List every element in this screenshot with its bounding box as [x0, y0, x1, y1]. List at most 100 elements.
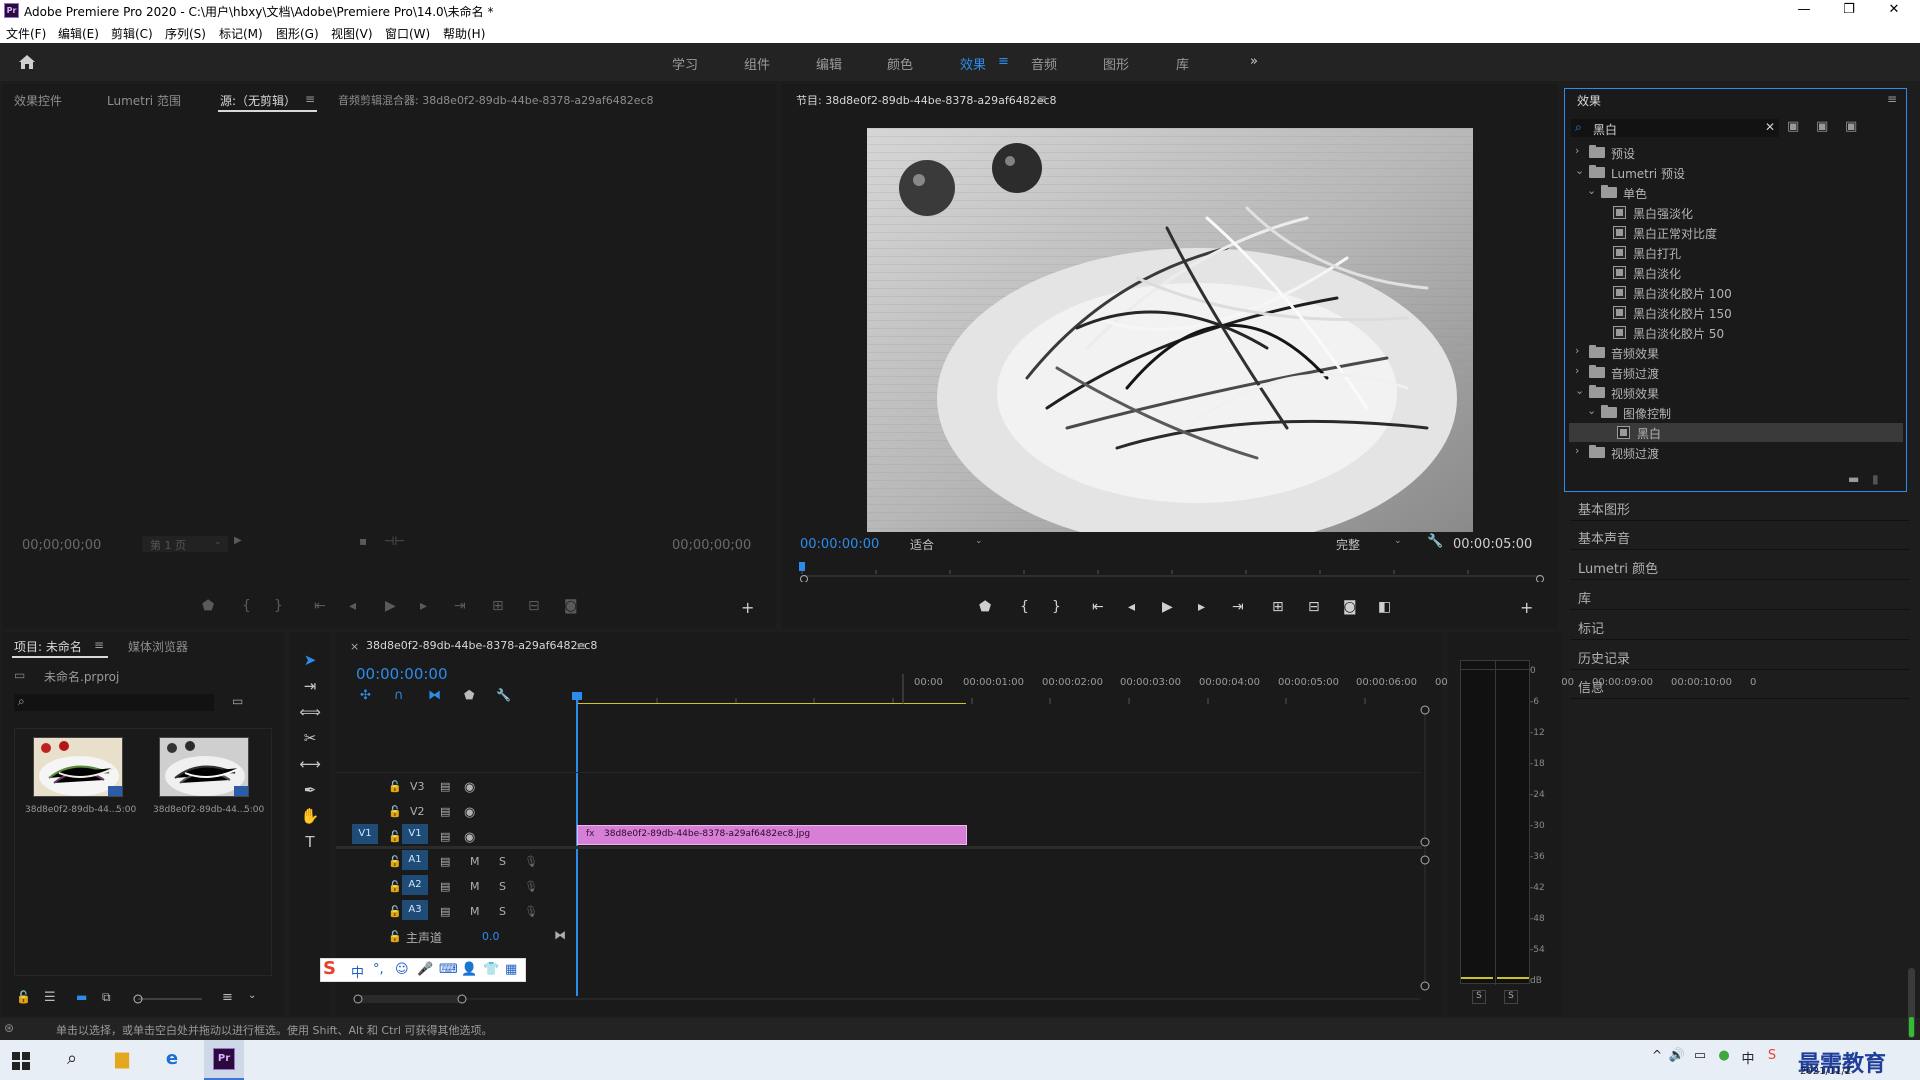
play-triangle-icon[interactable]: ▶ — [234, 535, 242, 546]
file-explorer-icon[interactable]: ▆ — [110, 1048, 134, 1072]
network-icon[interactable]: ▭ — [1688, 1048, 1712, 1072]
effects-folder[interactable]: › 音频过渡 — [1565, 363, 1895, 382]
windows-start-icon[interactable] — [12, 1052, 30, 1070]
chevron-right-icon[interactable]: › — [1575, 364, 1579, 377]
menu-sequence[interactable]: 序列(S) — [165, 25, 206, 42]
solo-left-button[interactable]: S — [1472, 990, 1486, 1004]
workspace-overflow-icon[interactable]: » — [1250, 54, 1258, 69]
premiere-taskbar-button[interactable]: Pr — [204, 1040, 244, 1080]
track-label[interactable]: V3 — [410, 780, 425, 793]
panel-history[interactable]: 历史记录 — [1570, 641, 1910, 670]
playhead-handle[interactable] — [572, 692, 582, 700]
ime-chinese-mode[interactable]: 中 — [351, 962, 364, 981]
chevron-down-icon[interactable]: ⌄ — [1587, 404, 1596, 417]
workspace-effects[interactable]: 效果 — [960, 54, 986, 73]
panel-essential-graphics[interactable]: 基本图形 — [1570, 492, 1910, 521]
mark-in-icon[interactable]: { — [242, 598, 251, 614]
accelerated-effects-icon[interactable]: ▣ — [1787, 119, 1799, 134]
skin-icon[interactable]: 👕 — [483, 962, 499, 977]
go-to-end-icon[interactable]: ⧓ — [554, 928, 566, 942]
effects-preset[interactable]: 黑白淡化胶片 100 — [1565, 283, 1895, 302]
lock-icon[interactable]: 🔓 — [388, 780, 402, 793]
timeline-clip[interactable]: fx 38d8e0f2-89db-44be-8378-a29af6482ec8.… — [577, 825, 967, 845]
clip-thumbnail-color[interactable] — [33, 737, 123, 797]
track-target-v1[interactable]: V1 — [402, 824, 428, 844]
mic-icon[interactable]: 🎙 — [524, 855, 538, 868]
effects-search-field[interactable]: ⌕ 黑白 ✕ — [1571, 119, 1779, 137]
tab-effect-controls[interactable]: 效果控件 — [14, 92, 62, 109]
ripple-edit-tool-icon[interactable]: ⟺ — [298, 703, 322, 725]
sequence-tab[interactable]: 38d8e0f2-89db-44be-8378-a29af6482ec8 — [366, 639, 597, 652]
tray-app-icon[interactable]: ● — [1712, 1048, 1736, 1072]
freeform-view-icon[interactable]: ⧉ — [102, 990, 111, 1005]
ime-tray-icon[interactable]: 中 — [1736, 1048, 1760, 1072]
selection-tool-icon[interactable]: ➤ — [298, 651, 322, 673]
effects-preset[interactable]: 黑白打孔 — [1565, 243, 1895, 262]
menu-window[interactable]: 窗口(W) — [385, 25, 430, 42]
effects-preset[interactable]: 黑白 — [1569, 423, 1903, 442]
overlay-icon[interactable]: ⊣⊢ — [384, 534, 405, 548]
type-tool-icon[interactable]: T — [298, 833, 322, 855]
search-input[interactable]: 黑白 — [1593, 121, 1617, 138]
timeline-timecode[interactable]: 00:00:00:00 — [356, 665, 448, 683]
effects-folder[interactable]: ⌄ 视频效果 — [1565, 383, 1895, 402]
close-button[interactable]: ✕ — [1874, 2, 1914, 17]
track-target-a1[interactable]: A1 — [402, 850, 428, 870]
panel-markers[interactable]: 标记 — [1570, 611, 1910, 640]
chevron-right-icon[interactable]: › — [1575, 344, 1579, 357]
home-icon[interactable] — [18, 54, 36, 70]
panel-menu-icon[interactable]: ≡ — [305, 92, 315, 106]
close-sequence-icon[interactable]: × — [350, 640, 359, 653]
microphone-icon[interactable]: 🎤 — [417, 962, 433, 977]
lock-icon[interactable]: 🔓 — [388, 805, 402, 818]
workspace-libraries[interactable]: 库 — [1176, 54, 1189, 73]
panel-menu-icon[interactable]: ≡ — [1887, 92, 1897, 106]
step-back-icon[interactable]: ◂ — [1128, 599, 1135, 615]
search-icon[interactable]: ⌕ — [60, 1048, 84, 1072]
menu-help[interactable]: 帮助(H) — [443, 25, 485, 42]
go-to-out-icon[interactable]: ⇥ — [454, 598, 466, 614]
tab-lumetri-scopes[interactable]: Lumetri 范围 — [107, 92, 181, 109]
zoom-slider[interactable] — [132, 993, 206, 1005]
mic-icon[interactable]: 🎙 — [524, 905, 538, 918]
panel-menu-icon[interactable]: ≡ — [94, 638, 104, 652]
program-title[interactable]: 节目: 38d8e0f2-89db-44be-8378-a29af6482ec8 — [796, 92, 1057, 108]
mute-button[interactable]: M — [470, 855, 480, 868]
step-back-icon[interactable]: ◂ — [349, 598, 356, 614]
edge-browser-icon[interactable]: e — [160, 1048, 184, 1072]
play-icon[interactable]: ▶ — [385, 598, 396, 614]
workspace-assembly[interactable]: 组件 — [744, 54, 770, 73]
lock-icon[interactable]: 🔓 — [388, 905, 402, 918]
comparison-view-icon[interactable]: ◧ — [1378, 599, 1391, 615]
tab-source[interactable]: 源:（无剪辑） — [220, 92, 296, 109]
chevron-down-icon[interactable]: ⌄ — [1575, 384, 1584, 397]
step-forward-icon[interactable]: ▸ — [420, 598, 427, 614]
program-timecode[interactable]: 00:00:00:00 — [800, 537, 879, 552]
add-marker-icon[interactable]: ⬟ — [464, 688, 474, 702]
marker-icon[interactable]: ⬟ — [979, 599, 991, 615]
hand-tool-icon[interactable]: ✋ — [298, 807, 322, 829]
step-forward-icon[interactable]: ▸ — [1198, 599, 1205, 615]
slip-tool-icon[interactable]: ⟷ — [298, 755, 322, 777]
effects-preset[interactable]: 黑白淡化胶片 150 — [1565, 303, 1895, 322]
extract-icon[interactable]: ⊟ — [1308, 599, 1320, 615]
lock-icon[interactable]: 🔓 — [388, 855, 402, 868]
insert-clip-icon[interactable]: ⊞ — [492, 598, 504, 614]
sync-lock-icon[interactable]: ▤ — [440, 830, 450, 843]
panel-essential-sound[interactable]: 基本声音 — [1570, 521, 1910, 550]
program-scrubber[interactable] — [792, 562, 1552, 582]
lock-icon[interactable]: 🔓 — [388, 830, 402, 843]
clear-search-icon[interactable]: ✕ — [1765, 120, 1775, 134]
mark-out-icon[interactable]: } — [1052, 599, 1061, 615]
track-select-tool-icon[interactable]: ⇥ — [298, 677, 322, 699]
effects-folder[interactable]: ⌄ 图像控制 — [1565, 403, 1895, 422]
export-frame-icon[interactable]: ◙ — [564, 598, 578, 614]
menu-file[interactable]: 文件(F) — [6, 25, 46, 42]
workspace-editing[interactable]: 编辑 — [816, 54, 842, 73]
clip-thumbnail-bw[interactable] — [159, 737, 249, 797]
eye-icon[interactable]: ◉ — [464, 805, 475, 820]
menu-view[interactable]: 视图(V) — [331, 25, 373, 42]
eye-icon[interactable]: ◉ — [464, 780, 475, 795]
nest-icon[interactable]: ✣ — [360, 688, 371, 703]
sync-lock-icon[interactable]: ▤ — [440, 855, 450, 868]
